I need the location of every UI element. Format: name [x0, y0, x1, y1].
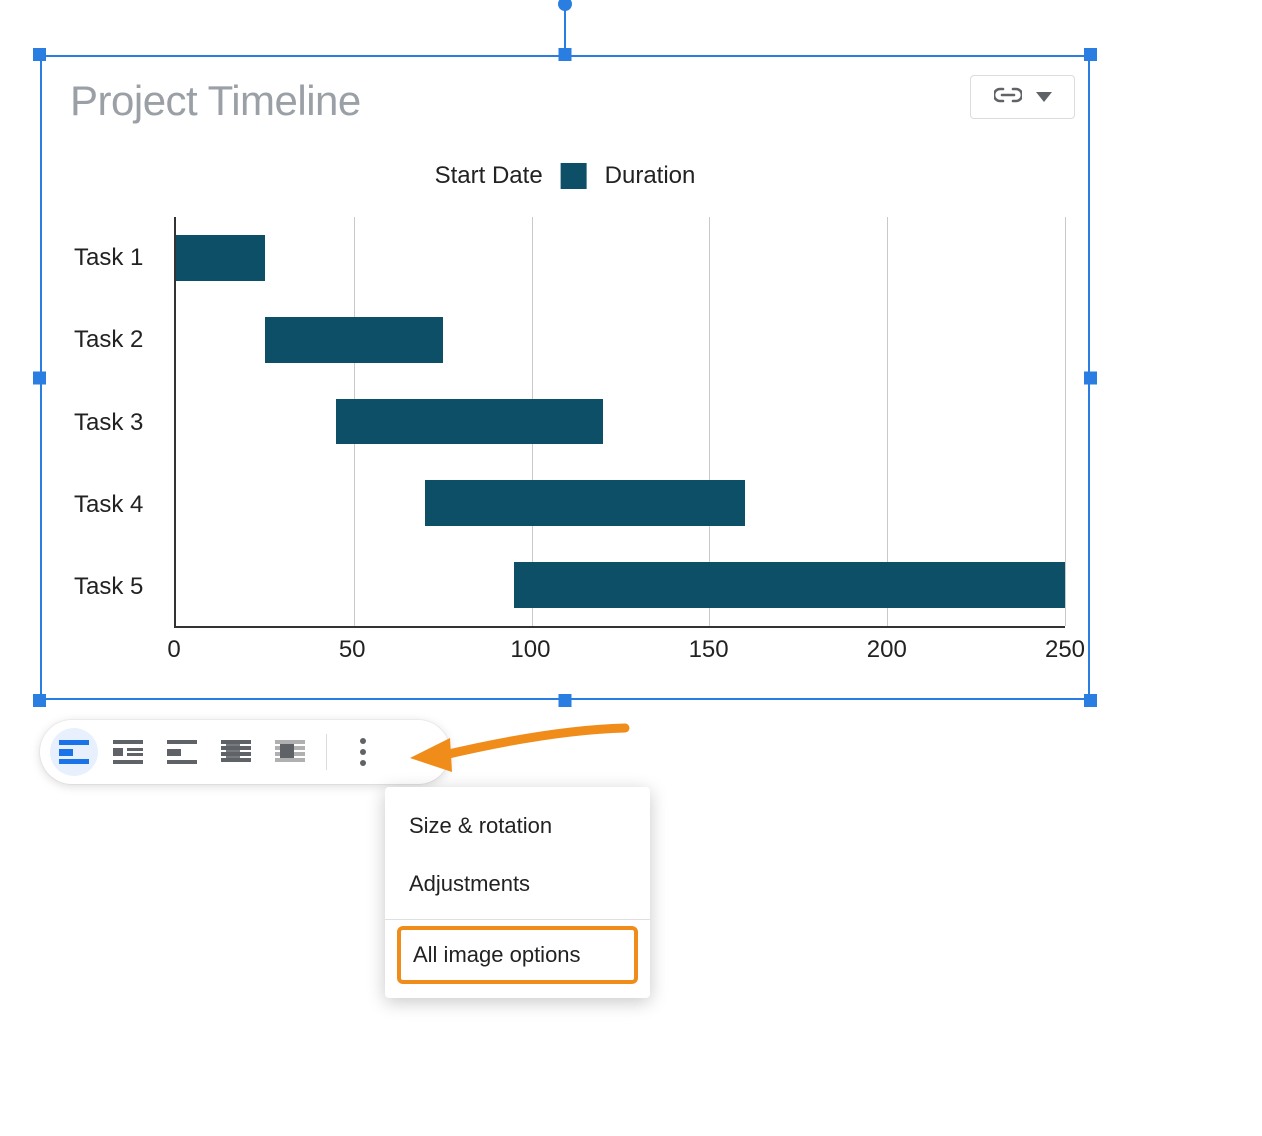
- gridline: [1065, 217, 1066, 626]
- wrap-break-button[interactable]: [158, 728, 206, 776]
- x-axis-label: 50: [339, 636, 366, 664]
- x-axis-label: 100: [510, 636, 550, 664]
- toolbar-separator: [326, 734, 327, 770]
- y-axis-label: Task 4: [74, 464, 166, 546]
- resize-handle-tr[interactable]: [1084, 48, 1097, 61]
- resize-handle-bm[interactable]: [559, 694, 572, 707]
- rotation-stem: [564, 7, 566, 49]
- x-axis-label: 0: [167, 636, 180, 664]
- menu-separator: [385, 919, 650, 920]
- wrap-behind-button[interactable]: [212, 728, 260, 776]
- y-axis-label: Task 5: [74, 546, 166, 628]
- legend-swatch-duration: [561, 163, 587, 189]
- wrap-front-button[interactable]: [266, 728, 314, 776]
- more-vert-icon: [360, 738, 366, 766]
- chart-plot: Task 1Task 2Task 3Task 4Task 5 0 50 100 150…: [74, 217, 1070, 668]
- wrap-behind-icon: [221, 740, 251, 764]
- wrap-inline-icon: [59, 740, 89, 764]
- bar-duration: [514, 562, 1065, 608]
- wrap-square-button[interactable]: [104, 728, 152, 776]
- x-axis-label: 150: [689, 636, 729, 664]
- y-axis-label: Task 1: [74, 217, 166, 299]
- legend-label-start: Start Date: [435, 162, 543, 190]
- menu-all-image-options[interactable]: All image options: [397, 926, 638, 984]
- more-options-button[interactable]: [339, 728, 387, 776]
- chart-title: Project Timeline: [70, 77, 361, 125]
- x-axis-label: 200: [867, 636, 907, 664]
- resize-handle-mr[interactable]: [1084, 371, 1097, 384]
- menu-adjustments[interactable]: Adjustments: [385, 855, 650, 913]
- legend-label-duration: Duration: [605, 162, 696, 190]
- more-options-menu: Size & rotation Adjustments All image op…: [385, 787, 650, 998]
- linked-chart-controls[interactable]: [970, 75, 1075, 119]
- x-axis-label: 250: [1045, 636, 1085, 664]
- selected-chart-object[interactable]: Project Timeline Start Date Duration Tas…: [40, 55, 1090, 700]
- rotation-handle[interactable]: [558, 0, 572, 11]
- y-axis-label: Task 3: [74, 381, 166, 463]
- chart-legend: Start Date Duration: [435, 162, 696, 190]
- wrap-inline-button[interactable]: [50, 728, 98, 776]
- bar-duration: [176, 235, 265, 281]
- chart-card: Project Timeline Start Date Duration Tas…: [52, 67, 1078, 688]
- chevron-down-icon: [1036, 92, 1052, 102]
- link-icon: [994, 86, 1022, 109]
- resize-handle-br[interactable]: [1084, 694, 1097, 707]
- wrap-square-icon: [113, 740, 143, 764]
- menu-size-rotation[interactable]: Size & rotation: [385, 797, 650, 855]
- resize-handle-tm[interactable]: [559, 48, 572, 61]
- resize-handle-ml[interactable]: [33, 371, 46, 384]
- y-axis-label: Task 2: [74, 299, 166, 381]
- bar-duration: [425, 480, 745, 526]
- bar-duration: [265, 317, 443, 363]
- resize-handle-tl[interactable]: [33, 48, 46, 61]
- image-options-toolbar: [40, 720, 450, 784]
- wrap-break-icon: [167, 740, 197, 764]
- bar-duration: [336, 399, 603, 445]
- resize-handle-bl[interactable]: [33, 694, 46, 707]
- wrap-front-icon: [275, 740, 305, 764]
